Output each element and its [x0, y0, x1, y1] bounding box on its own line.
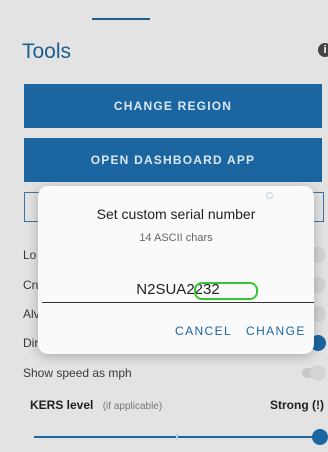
page-title: Tools — [22, 40, 72, 63]
serial-number-input[interactable] — [42, 276, 314, 303]
top-tab-indicator — [92, 18, 150, 20]
cancel-button[interactable]: CANCEL — [175, 324, 232, 338]
kers-slider[interactable] — [34, 429, 328, 445]
kers-value: Strong (!) — [270, 398, 324, 412]
setting-row-mph: Show speed as mph — [23, 365, 328, 381]
open-dashboard-button[interactable]: OPEN DASHBOARD APP — [24, 138, 322, 182]
info-icon[interactable]: i — [318, 43, 328, 57]
redaction-mark — [194, 282, 258, 300]
setting-toggle[interactable] — [302, 365, 326, 381]
change-region-button[interactable]: CHANGE REGION — [24, 84, 322, 128]
kers-hint: (if applicable) — [102, 401, 163, 412]
toggle-knob — [310, 365, 326, 381]
kers-row: KERS level (if applicable) Strong (!) — [30, 398, 328, 412]
setting-label: Lo — [23, 248, 37, 262]
dialog-subtitle: 14 ASCII chars — [139, 232, 213, 244]
setting-label: Show speed as mph — [23, 366, 132, 380]
dialog-title: Set custom serial number — [96, 206, 256, 222]
change-button[interactable]: CHANGE — [246, 324, 306, 338]
kers-label: KERS level — [30, 398, 94, 412]
slider-thumb[interactable] — [312, 429, 328, 445]
serial-number-dialog: Set custom serial number 14 ASCII chars … — [38, 186, 314, 354]
slider-tick — [176, 434, 178, 440]
decorative-dot — [266, 192, 273, 199]
setting-label: Dir — [23, 336, 39, 350]
